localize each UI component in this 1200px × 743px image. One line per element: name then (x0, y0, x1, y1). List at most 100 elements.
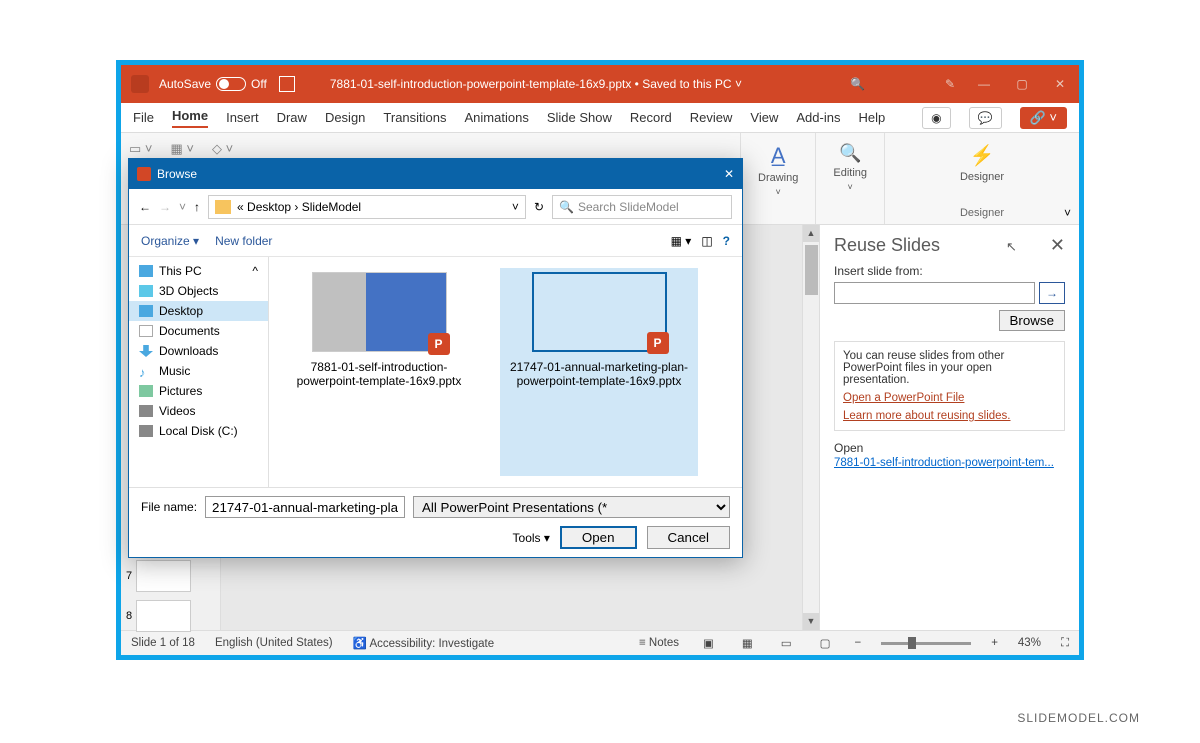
shapes-dropdown-icon[interactable]: ▭ ˅ (129, 141, 153, 157)
search-icon[interactable]: 🔍 (850, 77, 865, 91)
arrange-dropdown-icon[interactable]: ▦ ˅ (171, 141, 195, 157)
learn-more-link[interactable]: Learn more about reusing slides. (843, 410, 1056, 422)
forward-icon[interactable]: → (159, 200, 171, 214)
watermark: SLIDEMODEL.COM (1017, 711, 1140, 725)
scroll-up-icon[interactable]: ▲ (803, 225, 819, 242)
file-item-2[interactable]: P 21747-01-annual-marketing-plan-powerpo… (500, 268, 698, 476)
tab-addins[interactable]: Add-ins (796, 110, 840, 125)
filename-label: File name: (141, 500, 197, 514)
go-arrow-button[interactable]: → (1039, 282, 1065, 304)
zoom-out-icon[interactable]: − (854, 637, 861, 649)
fit-to-window-icon[interactable]: ⛶ (1061, 637, 1069, 650)
scroll-thumb[interactable] (805, 245, 818, 295)
slide-counter: Slide 1 of 18 (131, 637, 195, 649)
powerpoint-badge-icon: P (428, 333, 450, 355)
up-icon[interactable]: ↑ (194, 200, 200, 214)
zoom-level[interactable]: 43% (1018, 637, 1041, 649)
save-icon[interactable] (279, 76, 295, 92)
toggle-switch[interactable] (216, 77, 246, 91)
zoom-in-icon[interactable]: + (991, 637, 998, 649)
file-item-1[interactable]: P 7881-01-self-introduction-powerpoint-t… (284, 272, 474, 472)
tab-help[interactable]: Help (858, 110, 885, 125)
file-list[interactable]: P 7881-01-self-introduction-powerpoint-t… (269, 257, 742, 487)
tree-documents[interactable]: Documents (129, 321, 268, 341)
new-folder-button[interactable]: New folder (215, 234, 272, 248)
autosave-toggle[interactable]: AutoSave Off (159, 77, 267, 91)
open-powerpoint-file-link[interactable]: Open a PowerPoint File (843, 392, 1056, 404)
designer-button[interactable]: ⚡ Designer (897, 138, 1067, 188)
status-bar: Slide 1 of 18 English (United States) ♿ … (121, 630, 1079, 655)
close-button[interactable]: ✕ (1051, 77, 1069, 91)
slideshow-view-icon[interactable]: ▢ (816, 636, 835, 650)
editing-button[interactable]: 🔍 Editing ˅ (828, 138, 872, 197)
language-status[interactable]: English (United States) (215, 637, 333, 649)
camera-button[interactable]: ◉ (922, 107, 950, 129)
drawing-button[interactable]: A̲ Drawing ˅ (753, 138, 803, 202)
minimize-button[interactable]: — (975, 77, 993, 91)
styles-dropdown-icon[interactable]: ◇ ˅ (212, 141, 233, 157)
tree-local-disk[interactable]: Local Disk (C:) (129, 421, 268, 441)
chevron-down-icon: ˅ (776, 187, 781, 197)
tab-home[interactable]: Home (172, 108, 208, 128)
view-dropdown-icon[interactable]: ▦ ▾ (671, 234, 692, 248)
open-button[interactable]: Open (560, 526, 637, 549)
address-bar[interactable]: « Desktop › SlideModel ˅ (208, 195, 526, 219)
normal-view-icon[interactable]: ▣ (699, 636, 718, 650)
autosave-label: AutoSave (159, 77, 211, 91)
canvas-scrollbar[interactable]: ▲ ▼ (802, 225, 819, 630)
tree-videos[interactable]: Videos (129, 401, 268, 421)
browse-button[interactable]: Browse (999, 310, 1065, 331)
notes-toggle[interactable]: ≡ Notes (639, 637, 679, 649)
tab-animations[interactable]: Animations (465, 110, 529, 125)
tab-file[interactable]: File (133, 110, 154, 125)
organize-dropdown[interactable]: Organize ▾ (141, 234, 199, 248)
tab-design[interactable]: Design (325, 110, 365, 125)
accessibility-status[interactable]: ♿ Accessibility: Investigate (353, 636, 495, 650)
folder-tree[interactable]: This PC^ 3D Objects Desktop Documents Do… (129, 257, 269, 487)
tree-desktop[interactable]: Desktop (129, 301, 268, 321)
tab-draw[interactable]: Draw (277, 110, 307, 125)
tab-record[interactable]: Record (630, 110, 672, 125)
scroll-down-icon[interactable]: ▼ (803, 613, 819, 630)
cancel-button[interactable]: Cancel (647, 526, 731, 549)
tree-3d-objects[interactable]: 3D Objects (129, 281, 268, 301)
reuse-slides-panel: Reuse Slides ↖ ✕ Insert slide from: → Br… (819, 225, 1079, 630)
insert-from-input[interactable] (834, 282, 1035, 304)
zoom-slider[interactable] (881, 642, 971, 645)
tab-insert[interactable]: Insert (226, 110, 259, 125)
maximize-button[interactable]: ▢ (1013, 77, 1031, 91)
ribbon-collapse-icon[interactable]: ˅ (1064, 206, 1071, 220)
reuse-info-box: You can reuse slides from other PowerPoi… (834, 341, 1065, 431)
tree-pictures[interactable]: Pictures (129, 381, 268, 401)
tab-slideshow[interactable]: Slide Show (547, 110, 612, 125)
search-field[interactable]: 🔍 Search SlideModel (552, 195, 732, 219)
thumbnail-7[interactable]: 7 (126, 560, 215, 592)
tools-dropdown[interactable]: Tools ▾ (513, 531, 550, 545)
browse-dialog: Browse ✕ ← → ˅ ↑ « Desktop › SlideModel … (128, 158, 743, 558)
tree-downloads[interactable]: Downloads (129, 341, 268, 361)
file-type-filter[interactable]: All PowerPoint Presentations (* (413, 496, 730, 518)
tab-review[interactable]: Review (690, 110, 733, 125)
back-icon[interactable]: ← (139, 200, 151, 214)
tab-view[interactable]: View (750, 110, 778, 125)
reading-view-icon[interactable]: ▭ (777, 636, 796, 650)
pen-icon[interactable]: ✎ (945, 77, 955, 91)
recent-dropdown-icon[interactable]: ˅ (179, 200, 186, 214)
open-recent-file-link[interactable]: 7881-01-self-introduction-powerpoint-tem… (834, 457, 1054, 469)
help-icon[interactable]: ? (723, 234, 730, 248)
insert-from-label: Insert slide from: (834, 264, 1065, 278)
preview-pane-icon[interactable]: ◫ (701, 234, 712, 248)
dialog-close-icon[interactable]: ✕ (724, 167, 734, 181)
tree-this-pc[interactable]: This PC^ (129, 261, 268, 281)
panel-close-icon[interactable]: ✕ (1050, 235, 1065, 255)
refresh-icon[interactable]: ↻ (534, 200, 544, 214)
thumbnail-8[interactable]: 8 (126, 600, 215, 632)
dialog-footer: File name: All PowerPoint Presentations … (129, 487, 742, 557)
search-icon: 🔍 (839, 143, 861, 164)
filename-input[interactable] (205, 496, 405, 518)
tab-transitions[interactable]: Transitions (383, 110, 446, 125)
tree-music[interactable]: ♪Music (129, 361, 268, 381)
sorter-view-icon[interactable]: ▦ (738, 636, 757, 650)
comments-button[interactable]: 💬 (969, 107, 1002, 129)
share-button[interactable]: 🔗 ˅ (1020, 107, 1067, 129)
